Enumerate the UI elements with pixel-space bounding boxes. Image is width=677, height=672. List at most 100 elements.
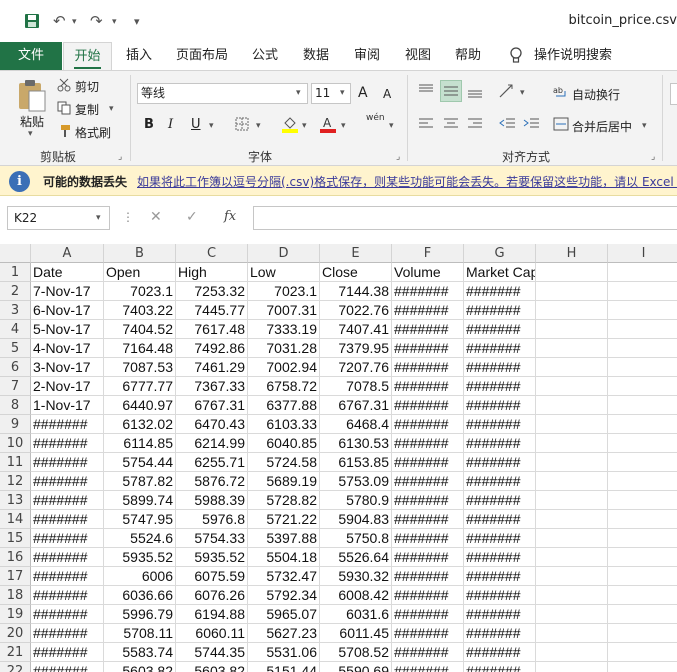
cell-c14[interactable]: 5976.8 bbox=[176, 510, 248, 529]
cell-a17[interactable]: ####### bbox=[31, 567, 104, 586]
cell-f17[interactable]: ####### bbox=[392, 567, 464, 586]
cell-g1[interactable]: Market Cap bbox=[464, 263, 536, 282]
cell-g15[interactable]: ####### bbox=[464, 529, 536, 548]
cell-h12[interactable] bbox=[536, 472, 608, 491]
cell-b10[interactable]: 6114.85 bbox=[104, 434, 176, 453]
cell-b11[interactable]: 5754.44 bbox=[104, 453, 176, 472]
cell-h8[interactable] bbox=[536, 396, 608, 415]
number-format-select[interactable] bbox=[670, 83, 677, 105]
cell-f5[interactable]: ####### bbox=[392, 339, 464, 358]
cell-g10[interactable]: ####### bbox=[464, 434, 536, 453]
cell-d12[interactable]: 5689.19 bbox=[248, 472, 320, 491]
cell-e5[interactable]: 7379.95 bbox=[320, 339, 392, 358]
cell-c10[interactable]: 6214.99 bbox=[176, 434, 248, 453]
cell-d10[interactable]: 6040.85 bbox=[248, 434, 320, 453]
cell-a12[interactable]: ####### bbox=[31, 472, 104, 491]
cell-d17[interactable]: 5732.47 bbox=[248, 567, 320, 586]
cell-b17[interactable]: 6006 bbox=[104, 567, 176, 586]
cell-c17[interactable]: 6075.59 bbox=[176, 567, 248, 586]
tab-file[interactable]: 文件 bbox=[0, 42, 62, 70]
row-header[interactable]: 11 bbox=[0, 453, 31, 472]
cell-b2[interactable]: 7023.1 bbox=[104, 282, 176, 301]
cell-b4[interactable]: 7404.52 bbox=[104, 320, 176, 339]
cell-a16[interactable]: ####### bbox=[31, 548, 104, 567]
cancel-entry-icon[interactable]: ✕ bbox=[150, 209, 162, 225]
font-size-dropdown-icon[interactable]: ▾ bbox=[340, 88, 345, 98]
cell-e21[interactable]: 5708.52 bbox=[320, 643, 392, 662]
cell-a8[interactable]: 1-Nov-17 bbox=[31, 396, 104, 415]
orientation-icon[interactable] bbox=[498, 83, 516, 102]
cell-f13[interactable]: ####### bbox=[392, 491, 464, 510]
cell-e9[interactable]: 6468.4 bbox=[320, 415, 392, 434]
cell-a4[interactable]: 5-Nov-17 bbox=[31, 320, 104, 339]
cell-h17[interactable] bbox=[536, 567, 608, 586]
row-header[interactable]: 1 bbox=[0, 263, 31, 282]
cell-d16[interactable]: 5504.18 bbox=[248, 548, 320, 567]
row-header[interactable]: 2 bbox=[0, 282, 31, 301]
cell-i12[interactable] bbox=[608, 472, 677, 491]
cell-h6[interactable] bbox=[536, 358, 608, 377]
cell-b6[interactable]: 7087.53 bbox=[104, 358, 176, 377]
cell-f7[interactable]: ####### bbox=[392, 377, 464, 396]
cell-b21[interactable]: 5583.74 bbox=[104, 643, 176, 662]
cell-d5[interactable]: 7031.28 bbox=[248, 339, 320, 358]
cell-i1[interactable] bbox=[608, 263, 677, 282]
cell-g18[interactable]: ####### bbox=[464, 586, 536, 605]
cell-g4[interactable]: ####### bbox=[464, 320, 536, 339]
cell-e4[interactable]: 7407.41 bbox=[320, 320, 392, 339]
copy-icon[interactable] bbox=[57, 101, 71, 118]
formula-input[interactable] bbox=[253, 206, 677, 230]
cell-i8[interactable] bbox=[608, 396, 677, 415]
cell-i16[interactable] bbox=[608, 548, 677, 567]
cell-g21[interactable]: ####### bbox=[464, 643, 536, 662]
cell-a6[interactable]: 3-Nov-17 bbox=[31, 358, 104, 377]
cell-c19[interactable]: 6194.88 bbox=[176, 605, 248, 624]
cell-c13[interactable]: 5988.39 bbox=[176, 491, 248, 510]
grow-font-button[interactable]: A bbox=[358, 85, 368, 101]
cell-i20[interactable] bbox=[608, 624, 677, 643]
font-size-select[interactable]: 11 bbox=[311, 83, 351, 104]
cell-i22[interactable] bbox=[608, 662, 677, 672]
cell-e19[interactable]: 6031.6 bbox=[320, 605, 392, 624]
cell-d7[interactable]: 6758.72 bbox=[248, 377, 320, 396]
cell-f11[interactable]: ####### bbox=[392, 453, 464, 472]
tab-formulas[interactable]: 公式 bbox=[244, 42, 286, 70]
cell-b3[interactable]: 7403.22 bbox=[104, 301, 176, 320]
italic-button[interactable]: I bbox=[168, 117, 173, 132]
cell-g19[interactable]: ####### bbox=[464, 605, 536, 624]
row-header[interactable]: 12 bbox=[0, 472, 31, 491]
row-header[interactable]: 5 bbox=[0, 339, 31, 358]
borders-icon[interactable] bbox=[235, 117, 249, 134]
cell-f4[interactable]: ####### bbox=[392, 320, 464, 339]
cell-a15[interactable]: ####### bbox=[31, 529, 104, 548]
tab-view[interactable]: 视图 bbox=[397, 42, 439, 70]
cell-b15[interactable]: 5524.6 bbox=[104, 529, 176, 548]
cell-h4[interactable] bbox=[536, 320, 608, 339]
column-header-i[interactable]: I bbox=[608, 244, 677, 263]
cell-c21[interactable]: 5744.35 bbox=[176, 643, 248, 662]
cell-a13[interactable]: ####### bbox=[31, 491, 104, 510]
cell-g9[interactable]: ####### bbox=[464, 415, 536, 434]
cell-g22[interactable]: ####### bbox=[464, 662, 536, 672]
align-top-icon[interactable] bbox=[418, 83, 434, 102]
cell-h13[interactable] bbox=[536, 491, 608, 510]
cell-e2[interactable]: 7144.38 bbox=[320, 282, 392, 301]
cell-g7[interactable]: ####### bbox=[464, 377, 536, 396]
wrap-text-icon[interactable]: ab bbox=[553, 84, 569, 103]
cell-d18[interactable]: 5792.34 bbox=[248, 586, 320, 605]
column-header-b[interactable]: B bbox=[104, 244, 176, 263]
cell-a20[interactable]: ####### bbox=[31, 624, 104, 643]
cell-a2[interactable]: 7-Nov-17 bbox=[31, 282, 104, 301]
cell-d3[interactable]: 7007.31 bbox=[248, 301, 320, 320]
cell-h7[interactable] bbox=[536, 377, 608, 396]
row-header[interactable]: 10 bbox=[0, 434, 31, 453]
cell-d13[interactable]: 5728.82 bbox=[248, 491, 320, 510]
cell-e14[interactable]: 5904.83 bbox=[320, 510, 392, 529]
cell-c18[interactable]: 6076.26 bbox=[176, 586, 248, 605]
cell-g17[interactable]: ####### bbox=[464, 567, 536, 586]
cell-a3[interactable]: 6-Nov-17 bbox=[31, 301, 104, 320]
cell-h22[interactable] bbox=[536, 662, 608, 672]
copy-dropdown-icon[interactable]: ▾ bbox=[109, 104, 114, 114]
cell-a18[interactable]: ####### bbox=[31, 586, 104, 605]
cell-c1[interactable]: High bbox=[176, 263, 248, 282]
